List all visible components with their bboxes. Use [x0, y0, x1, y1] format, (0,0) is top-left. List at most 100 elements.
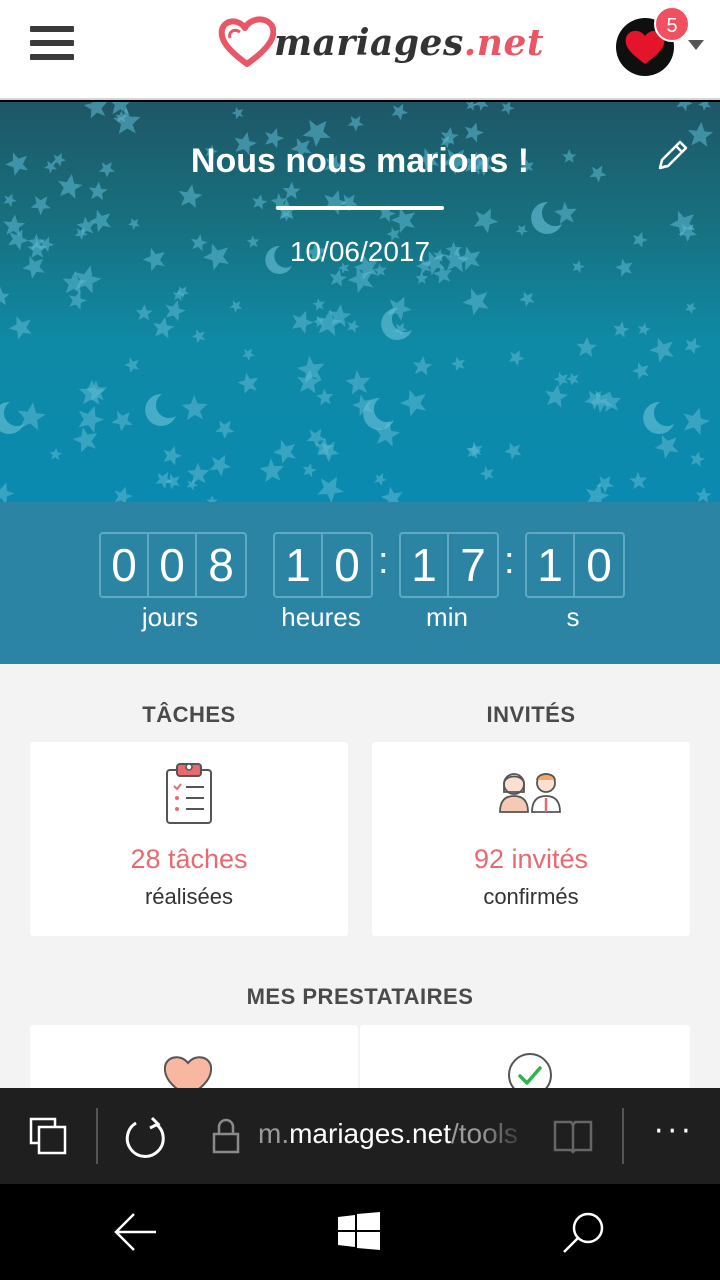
hours-label: heures [281, 602, 361, 632]
star-shape [628, 469, 651, 493]
star-shape [61, 269, 88, 295]
tasks-count: 28 tâches [130, 844, 248, 874]
star-shape [461, 119, 487, 144]
guests-couple-icon [499, 773, 561, 813]
heart-icon [163, 1056, 213, 1088]
vendors-booked-card[interactable] [360, 1025, 690, 1088]
star-shape [636, 321, 652, 337]
star-shape [65, 288, 89, 311]
star-shape [506, 346, 528, 368]
star-shape [108, 404, 138, 435]
system-navigation-bar [0, 1184, 720, 1280]
star-shape [240, 345, 258, 363]
star-shape [250, 192, 269, 211]
tasks-card[interactable]: 28 tâches réalisées [30, 742, 348, 936]
star-shape [449, 353, 470, 374]
windows-start-icon[interactable] [338, 1212, 380, 1250]
star-shape [312, 470, 349, 502]
star-shape [160, 443, 185, 467]
browser-toolbar: m.mariages.net/tools ··· [0, 1088, 720, 1184]
star-shape [688, 449, 707, 468]
star-shape [378, 482, 409, 502]
countdown-timer: 0 0 8 1 0 : 1 7 : 1 0 jours heures min s [0, 502, 720, 664]
seconds-label: s [566, 602, 580, 632]
minutes-label: min [426, 602, 468, 632]
star-shape [282, 181, 301, 200]
dashboard-content: TÂCHES INVITÉS 28 tâches réalisées 92 in… [0, 664, 720, 1088]
star-shape [683, 299, 700, 316]
seconds-digits: 1 0 [525, 532, 625, 598]
star-shape [611, 319, 631, 339]
star-shape [227, 296, 246, 315]
url-host: mariages.net [289, 1118, 451, 1149]
star-shape [345, 111, 368, 134]
notification-badge[interactable]: 5 [654, 6, 690, 42]
star-shape [575, 336, 598, 358]
clipboard-checklist-icon [166, 763, 212, 824]
days-label: jours [141, 602, 199, 632]
digit: 0 [149, 534, 197, 596]
guests-count: 92 invités [473, 844, 589, 874]
star-shape [270, 434, 303, 468]
refresh-icon[interactable] [122, 1114, 170, 1162]
tasks-section-title: TÂCHES [142, 702, 236, 727]
digit: 0 [586, 539, 612, 591]
tabs-icon[interactable] [28, 1116, 68, 1156]
digit: 1 [401, 534, 449, 596]
star-shape [469, 203, 503, 236]
pencil-edit-icon[interactable] [654, 138, 690, 174]
star-shape [411, 354, 434, 376]
star-shape [542, 382, 570, 409]
colon-separator: : [378, 540, 389, 582]
star-shape [388, 102, 411, 122]
colon-separator: : [504, 540, 515, 582]
title-divider [276, 206, 444, 210]
lock-icon [212, 1118, 240, 1154]
guests-card[interactable]: 92 invités confirmés [372, 742, 690, 936]
wedding-title: Nous nous marions ! [190, 142, 530, 180]
star-shape [5, 310, 39, 343]
search-icon[interactable] [560, 1208, 608, 1256]
tasks-status: réalisées [144, 884, 234, 909]
star-shape [459, 282, 497, 320]
vendors-favorites-card[interactable] [30, 1025, 358, 1088]
star-shape [179, 391, 213, 425]
more-options-icon[interactable]: ··· [654, 1114, 695, 1149]
vendors-section-title: MES PRESTATAIRES [246, 984, 474, 1009]
hamburger-menu-icon[interactable] [30, 26, 74, 62]
star-shape [345, 317, 362, 334]
star-shape [235, 368, 264, 398]
star-shape [372, 470, 389, 487]
star-shape [311, 295, 328, 313]
star-shape [87, 180, 109, 201]
star-shape [27, 190, 56, 218]
hours-digits: 1 0 [273, 532, 373, 598]
star-shape [696, 102, 715, 113]
star-shape [150, 315, 176, 340]
logo-text: mariages [274, 22, 464, 64]
guests-section-title: INVITÉS [486, 702, 576, 727]
star-shape [176, 182, 205, 209]
mariages-logo[interactable]: mariages.net [218, 14, 543, 78]
wedding-date: 10/06/2017 [289, 236, 431, 267]
star-shape [630, 358, 654, 383]
back-arrow-icon[interactable] [112, 1210, 160, 1254]
star-shape [111, 483, 135, 502]
star-shape [673, 102, 696, 113]
digit: 1 [275, 534, 323, 596]
star-shape [396, 383, 434, 421]
reading-view-icon[interactable] [552, 1118, 594, 1154]
toolbar-divider [622, 1108, 624, 1164]
digit: 1 [527, 534, 575, 596]
chevron-down-icon[interactable] [688, 40, 704, 50]
star-shape [314, 386, 337, 409]
star-shape [73, 401, 108, 435]
check-circle-icon [508, 1053, 552, 1088]
star-shape [70, 422, 104, 457]
app-header: mariages.net 5 [0, 0, 720, 100]
star-shape [0, 478, 17, 502]
star-shape [679, 403, 713, 437]
url-prefix: m. [258, 1118, 290, 1149]
star-shape [206, 495, 219, 502]
star-shape [646, 331, 681, 367]
